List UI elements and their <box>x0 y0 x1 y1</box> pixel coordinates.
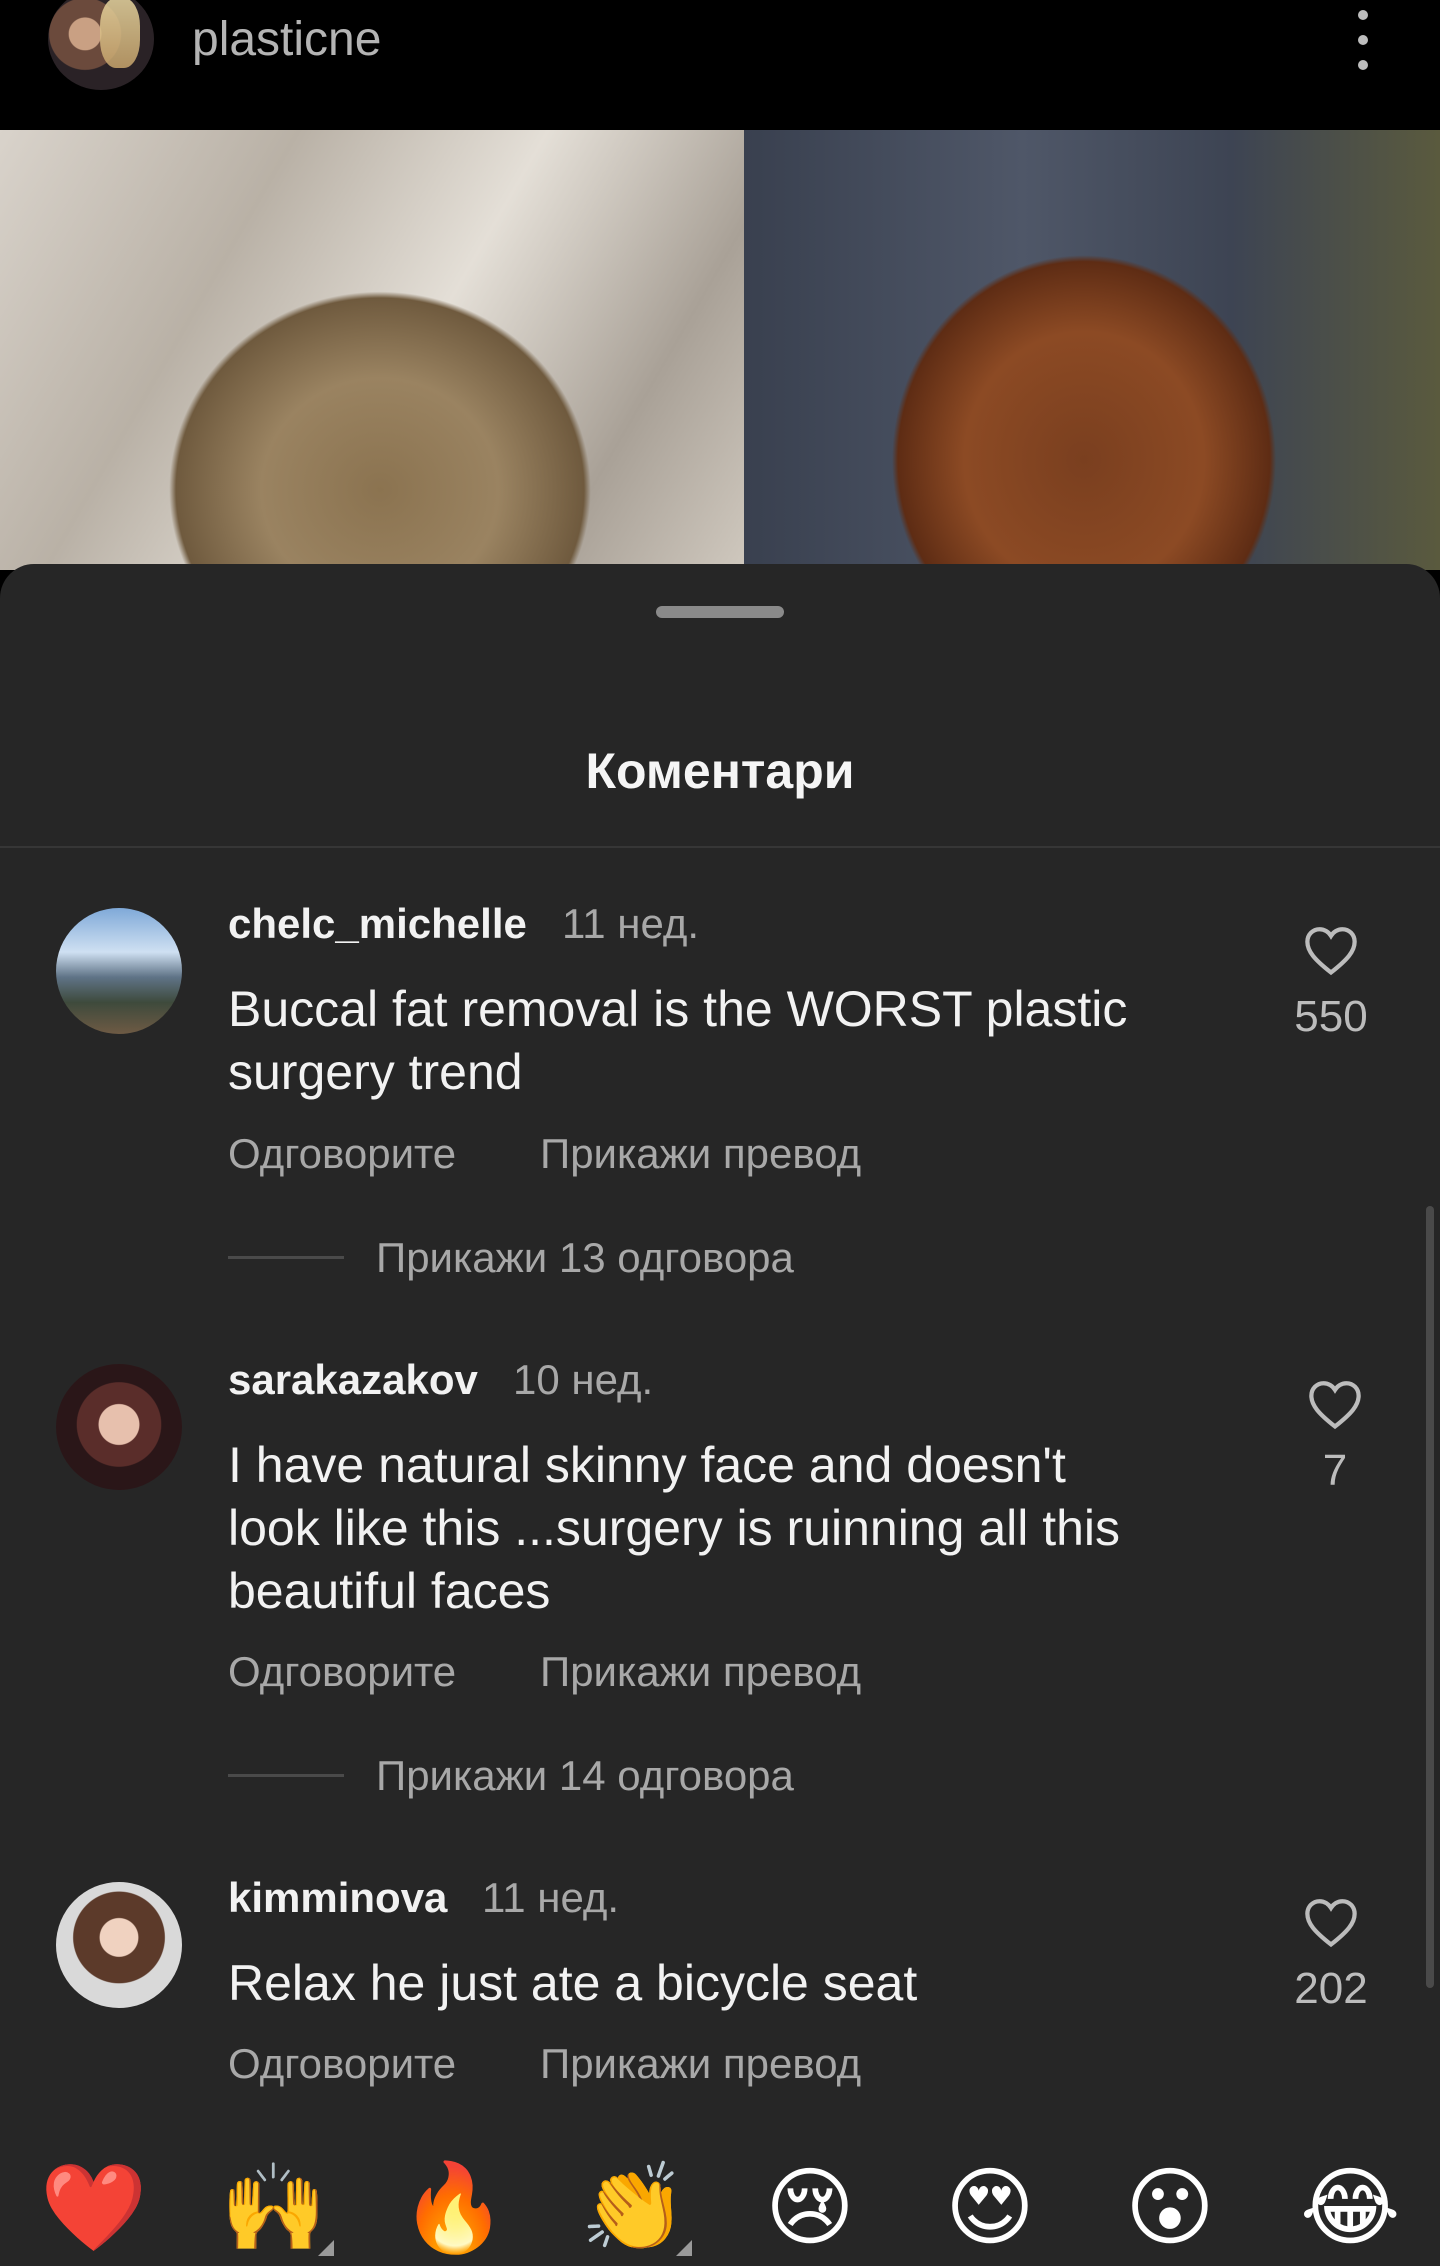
commenter-avatar[interactable] <box>56 1364 182 1490</box>
reply-button[interactable]: Одговорите <box>228 1648 456 1696</box>
reply-button[interactable]: Одговорите <box>228 2040 456 2088</box>
comment-text: I have natural skinny face and doesn't l… <box>228 1434 1228 1623</box>
surprised-face-emoji-icon[interactable]: 😮 <box>1120 2158 1220 2258</box>
reply-button[interactable]: Одговорите <box>228 1130 456 1178</box>
translate-button[interactable]: Прикажи превод <box>540 1130 861 1178</box>
comment-text-line: I have natural skinny face and doesn't <box>228 1437 1066 1493</box>
comment-username[interactable]: sarakazakov <box>228 1356 478 1404</box>
translate-button[interactable]: Прикажи превод <box>540 2040 861 2088</box>
skin-tone-indicator <box>676 2240 692 2256</box>
view-replies-line <box>228 1256 344 1259</box>
comment-text-line: beautiful faces <box>228 1563 551 1619</box>
like-count: 202 <box>1294 1964 1368 2013</box>
more-options-icon[interactable] <box>1348 10 1378 70</box>
media-image-right <box>744 130 1440 570</box>
heart-emoji-icon[interactable]: ❤️ <box>40 2158 147 2258</box>
top-bar: plasticne <box>0 0 1440 130</box>
sheet-title: Коментари <box>585 743 855 799</box>
skin-tone-indicator <box>318 2240 334 2256</box>
comment-time: 10 нед. <box>513 1356 654 1403</box>
like-count: 550 <box>1294 992 1368 1041</box>
view-replies-button[interactable]: Прикажи 14 одговора <box>376 1752 794 1800</box>
raising-hands-emoji-icon[interactable]: 🙌 <box>220 2158 327 2258</box>
view-replies-button[interactable]: Прикажи 13 одговора <box>376 1234 794 1282</box>
comment-time: 11 нед. <box>562 900 700 947</box>
heart-eyes-emoji-icon[interactable]: 😍 <box>940 2158 1040 2258</box>
heart-icon[interactable] <box>1302 924 1360 976</box>
media-image-left <box>0 130 744 570</box>
commenter-avatar[interactable] <box>56 908 182 1034</box>
drag-handle[interactable] <box>656 606 784 618</box>
view-replies-line <box>228 1774 344 1777</box>
comment-time: 11 нед. <box>482 1874 620 1921</box>
comment-text-line: surgery trend <box>228 1044 523 1100</box>
translate-button[interactable]: Прикажи превод <box>540 1648 861 1696</box>
clapping-hands-emoji-icon[interactable]: 👏 <box>580 2158 687 2258</box>
comment-text-line: look like this ...surgery is ruinning al… <box>228 1500 1121 1556</box>
like-count: 7 <box>1322 1446 1348 1495</box>
commenter-avatar[interactable] <box>56 1882 182 2008</box>
post-media[interactable] <box>0 130 1440 570</box>
heart-icon[interactable] <box>1302 1896 1360 1948</box>
divider <box>0 846 1440 848</box>
comment-username[interactable]: chelc_michelle <box>228 900 527 948</box>
fire-emoji-icon[interactable]: 🔥 <box>400 2158 507 2258</box>
comment-text: Relax he just ate a bicycle seat <box>228 1952 1228 2015</box>
profile-avatar[interactable] <box>48 0 154 90</box>
tears-of-joy-emoji-icon[interactable]: 😂 <box>1300 2158 1401 2258</box>
crying-face-emoji-icon[interactable]: 😢 <box>760 2158 860 2258</box>
comment-text-line: Relax he just ate a bicycle seat <box>228 1955 918 2011</box>
scrollbar[interactable] <box>1426 1206 1434 1988</box>
emoji-reaction-bar: ❤️ 🙌 🔥 👏 😢 😍 😮 😂 <box>0 2140 1440 2266</box>
comment-text: Buccal fat removal is the WORST plastic … <box>228 978 1228 1104</box>
profile-username[interactable]: plasticne <box>192 12 381 67</box>
comment-username[interactable]: kimminova <box>228 1874 447 1922</box>
comment-text-line: Buccal fat removal is the WORST plastic <box>228 981 1128 1037</box>
heart-icon[interactable] <box>1306 1378 1364 1430</box>
